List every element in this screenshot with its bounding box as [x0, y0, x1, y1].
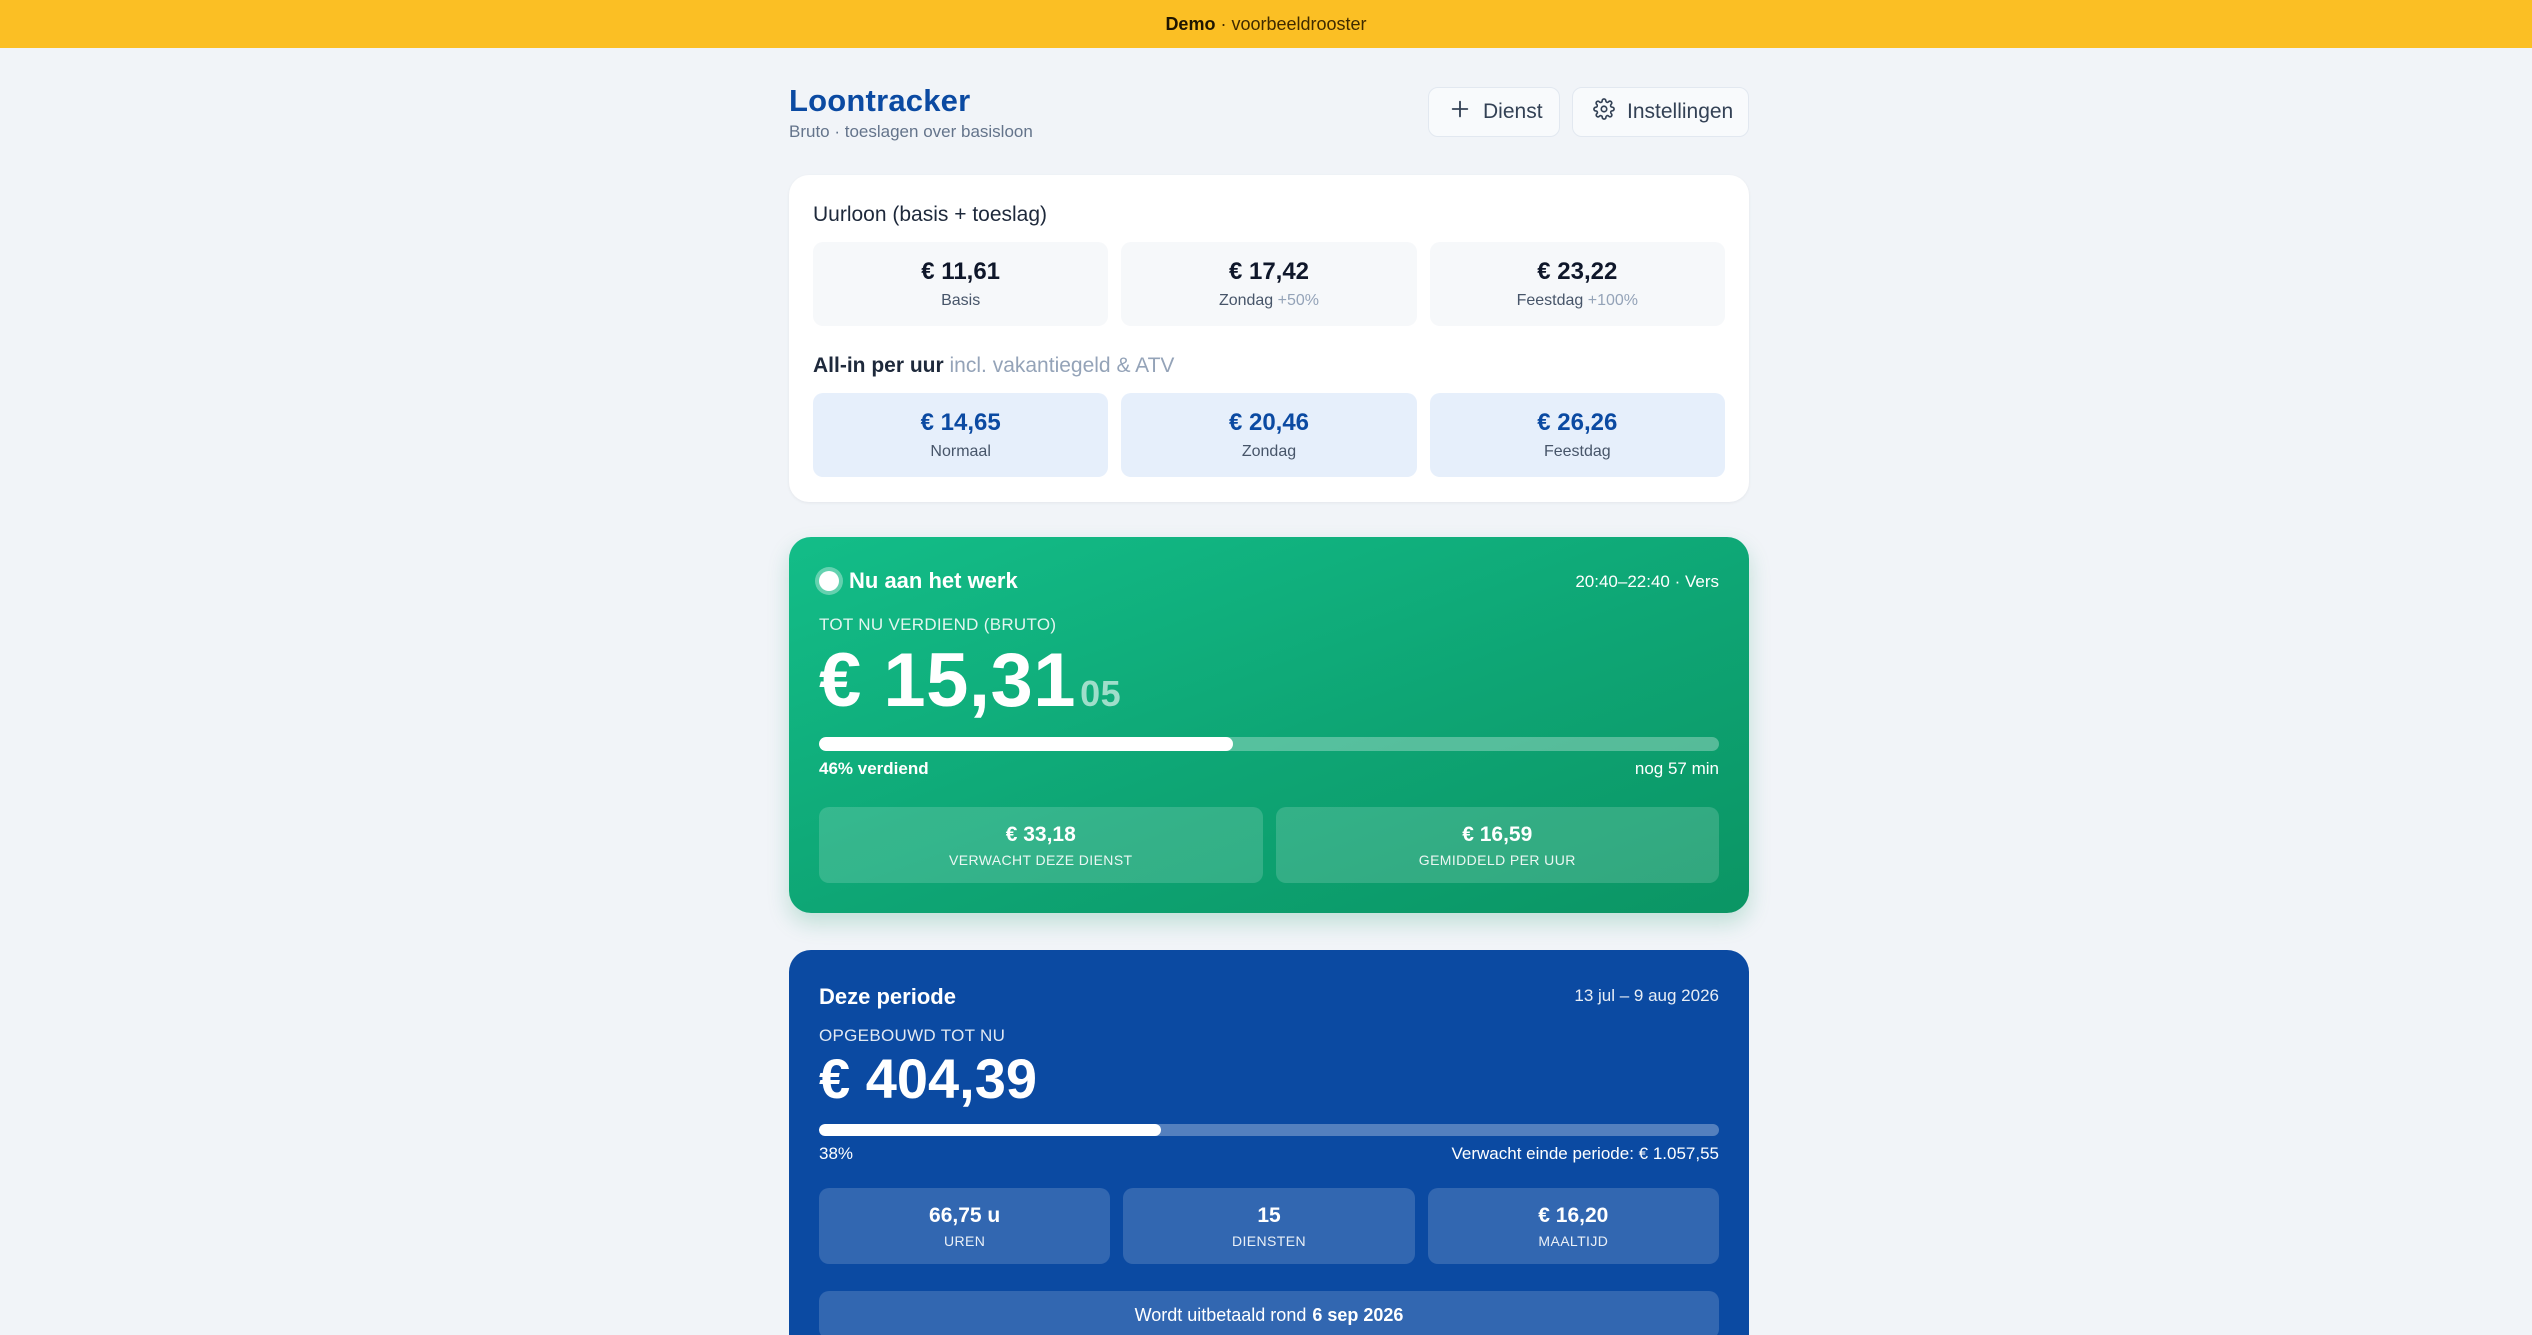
main-column: Loontracker Bruto · toeslagen over basis… [789, 48, 1749, 1335]
hours-stat: 66,75 u UREN [819, 1188, 1111, 1264]
rate-value: € 17,42 [1228, 258, 1310, 285]
shift-time: 20:40–22:40 · Vers [1575, 572, 1719, 591]
stat-label: GEMIDDELD PER UUR [1418, 851, 1576, 868]
rate-label: Zondag +50% [1218, 292, 1320, 309]
allin-value: € 26,26 [1537, 409, 1618, 436]
stat-value: 15 [1257, 1203, 1281, 1227]
period-stats: 66,75 u UREN 15 DIENSTEN € 16,20 MAALTIJ… [819, 1188, 1719, 1264]
period-progress-bar [819, 1124, 1719, 1136]
allin-normal: € 14,65 Normaal [813, 393, 1109, 477]
gear-icon [1593, 98, 1615, 126]
shift-progress-label: 46% verdiend [819, 759, 929, 778]
page-title: Loontracker [789, 83, 971, 118]
live-status: Nu aan het werk [819, 568, 1018, 594]
allin-label: Feestdag [1543, 443, 1611, 460]
rate-value: € 11,61 [921, 258, 1001, 285]
plus-icon [1449, 98, 1471, 126]
hourly-rates-title: Uurloon (basis + toeslag) [813, 203, 1048, 226]
rate-holiday: € 23,22 Feestdag +100% [1429, 242, 1725, 326]
add-shift-button[interactable]: Dienst [1428, 87, 1560, 137]
period-amount: € 404,39 [819, 1047, 1037, 1110]
meal-stat: € 16,20 MAALTIJD [1427, 1188, 1719, 1264]
hourly-rates-row: € 11,61 Basis € 17,42 Zondag +50% € 23,2… [813, 242, 1725, 326]
period-card: Deze periode 13 jul – 9 aug 2026 OPGEBOU… [789, 950, 1749, 1335]
period-title: Deze periode [819, 984, 956, 1009]
live-dot-icon [819, 571, 839, 591]
payout-note: Wordt uitbetaald rond 6 sep 2026 [819, 1291, 1719, 1335]
allin-value: € 20,46 [1228, 409, 1310, 436]
rate-basis: € 11,61 Basis [813, 242, 1109, 326]
stat-value: € 33,18 [1005, 822, 1076, 846]
rate-label: Feestdag +100% [1516, 292, 1639, 309]
rate-sunday: € 17,42 Zondag +50% [1121, 242, 1417, 326]
stat-label: VERWACHT DEZE DIENST [948, 851, 1133, 868]
add-shift-label: Dienst [1483, 100, 1543, 123]
average-hour-stat: € 16,59 GEMIDDELD PER UUR [1275, 807, 1719, 883]
expected-shift-stat: € 33,18 VERWACHT DEZE DIENST [819, 807, 1263, 883]
settings-label: Instellingen [1627, 100, 1734, 123]
period-kicker: OPGEBOUWD TOT NU [819, 1026, 1006, 1045]
shifts-stat: 15 DIENSTEN [1123, 1188, 1415, 1264]
shift-remaining: nog 57 min [1634, 759, 1719, 778]
period-progress-label: 38% [819, 1144, 854, 1163]
stat-value: 66,75 u [929, 1203, 1001, 1227]
page-header: Loontracker Bruto · toeslagen over basis… [789, 48, 1749, 175]
allin-label: Zondag [1241, 443, 1297, 460]
live-shift-card: Nu aan het werk 20:40–22:40 · Vers TOT N… [789, 537, 1749, 913]
payout-prefix: Wordt uitbetaald rond [1134, 1304, 1307, 1325]
earned-amount: € 15,31 05 [819, 638, 1122, 723]
stat-label: DIENSTEN [1231, 1232, 1306, 1249]
demo-banner-text: · voorbeeldrooster [1220, 13, 1367, 34]
hourly-rates-card: Uurloon (basis + toeslag) € 11,61 Basis … [789, 175, 1749, 502]
demo-banner-strong: Demo [1165, 13, 1216, 34]
allin-rates-row: € 14,65 Normaal € 20,46 Zondag € 26,26 F… [813, 393, 1725, 477]
page-subtitle: Bruto · toeslagen over basisloon [789, 122, 1033, 141]
payout-date: 6 sep 2026 [1312, 1304, 1404, 1325]
stat-label: UREN [944, 1232, 986, 1249]
allin-holiday: € 26,26 Feestdag [1429, 393, 1725, 477]
allin-value: € 14,65 [920, 409, 1001, 436]
rate-value: € 23,22 [1537, 258, 1618, 285]
shift-progress-bar [819, 737, 1719, 751]
demo-banner: Demo · voorbeeldrooster [0, 0, 2532, 48]
allin-label: Normaal [930, 443, 991, 460]
allin-title: All-in per uur incl. vakantiegeld & ATV [813, 354, 1175, 377]
live-status-label: Nu aan het werk [849, 568, 1018, 593]
stat-value: € 16,59 [1462, 822, 1533, 846]
rate-label: Basis [941, 292, 981, 309]
live-stats: € 33,18 VERWACHT DEZE DIENST € 16,59 GEM… [819, 807, 1719, 883]
earned-kicker: TOT NU VERDIEND (BRUTO) [819, 615, 1057, 634]
settings-button[interactable]: Instellingen [1572, 87, 1749, 137]
period-progress-fill [819, 1124, 1161, 1136]
period-expected: Verwacht einde periode: € 1.057,55 [1451, 1144, 1719, 1163]
shift-progress-fill [819, 737, 1233, 751]
stat-value: € 16,20 [1538, 1203, 1609, 1227]
earned-cents: 05 [1080, 673, 1122, 714]
allin-sunday: € 20,46 Zondag [1121, 393, 1417, 477]
stat-label: MAALTIJD [1538, 1232, 1609, 1249]
period-range: 13 jul – 9 aug 2026 [1574, 986, 1719, 1005]
